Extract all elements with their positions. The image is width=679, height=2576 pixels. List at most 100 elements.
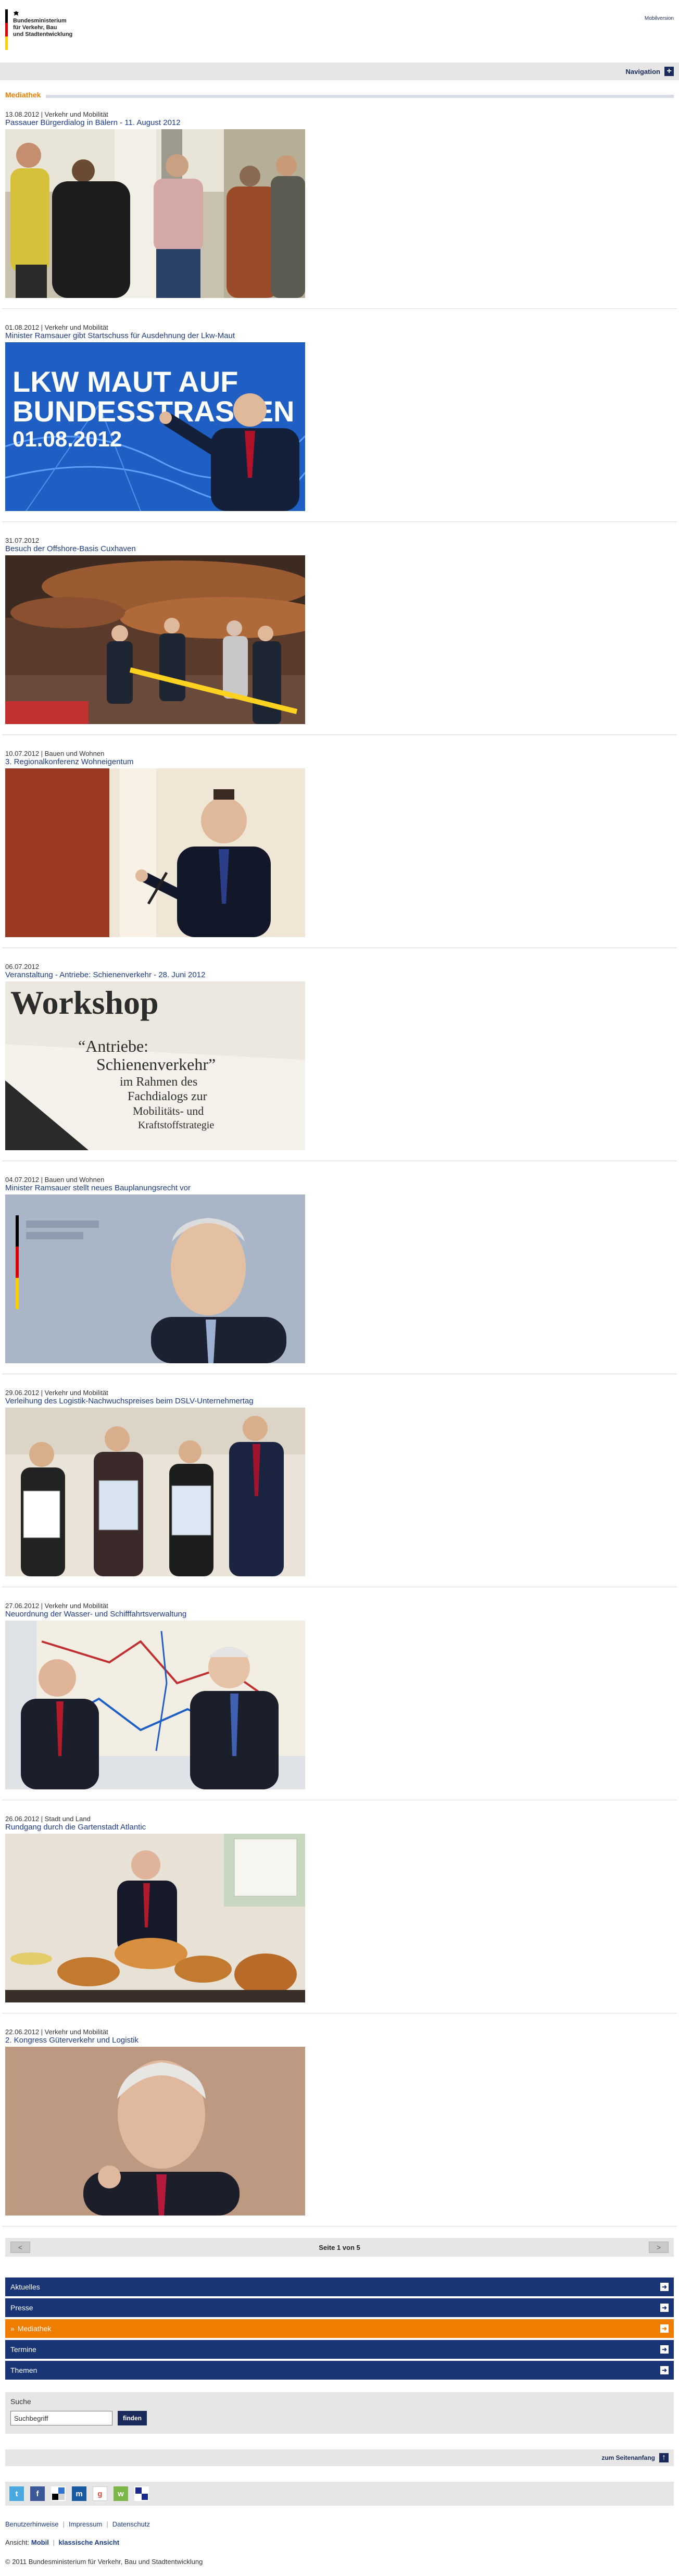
media-item: 27.06.2012 | Verkehr und Mobilität Neuor… — [2, 1599, 677, 1800]
footer-navigation: Aktuelles ➜ Presse ➜ » Mediathek ➜ Termin… — [5, 2278, 674, 2382]
footer-nav-aktuelles[interactable]: Aktuelles ➜ — [5, 2278, 674, 2298]
photo-overlay-line-4: im Rahmen des — [120, 1075, 197, 1089]
delicious-icon[interactable] — [51, 2486, 66, 2501]
footer-nav-label: Presse — [10, 2304, 33, 2312]
item-title-link[interactable]: Besuch der Offshore-Basis Cuxhaven — [5, 544, 674, 553]
page-indicator: Seite 1 von 5 — [319, 2243, 360, 2251]
media-item: 10.07.2012 | Bauen und Wohnen 3. Regiona… — [2, 746, 677, 948]
item-photo[interactable] — [5, 1194, 305, 1363]
impressum-link[interactable]: Impressum — [69, 2520, 102, 2528]
footer-nav-termine[interactable]: Termine ➜ — [5, 2340, 674, 2361]
active-marker-icon: » — [10, 2324, 15, 2333]
logo-text: Bundesministerium für Verkehr, Bau und S… — [13, 9, 72, 51]
photo-overlay-line-1: Workshop — [10, 984, 159, 1021]
navigation-bar[interactable]: Navigation + — [0, 63, 679, 80]
classic-view-link[interactable]: klassische Ansicht — [58, 2538, 119, 2546]
item-photo[interactable]: Workshop “Antriebe: Schienenverkehr” im … — [5, 981, 305, 1150]
item-meta: 01.08.2012 | Verkehr und Mobilität — [5, 323, 108, 331]
back-to-top-label[interactable]: zum Seitenanfang — [601, 2454, 655, 2461]
item-photo[interactable]: LKW MAUT AUF BUNDESSTRASSEN 01.08.2012 — [5, 342, 305, 511]
next-page-button[interactable]: > — [648, 2242, 669, 2253]
photo-overlay-line-5: Fachdialogs zur — [128, 1090, 207, 1103]
media-item: 04.07.2012 | Bauen und Wohnen Minister R… — [2, 1173, 677, 1374]
item-meta: 04.07.2012 | Bauen und Wohnen — [5, 1176, 105, 1184]
item-title-link[interactable]: Minister Ramsauer gibt Startschuss für A… — [5, 331, 674, 340]
mister-wong-icon[interactable]: w — [114, 2486, 128, 2501]
view-separator: | — [53, 2538, 55, 2546]
datenschutz-link[interactable]: Datenschutz — [112, 2520, 150, 2528]
footer-nav-presse[interactable]: Presse ➜ — [5, 2298, 674, 2319]
photo-overlay-line-3: 01.08.2012 — [12, 427, 122, 451]
item-photo[interactable] — [5, 2047, 305, 2216]
photo-overlay-line-3: Schienenverkehr” — [96, 1055, 216, 1074]
item-title-link[interactable]: Rundgang durch die Gartenstadt Atlantic — [5, 1823, 674, 1832]
logo-line-3: und Stadtentwicklung — [13, 31, 73, 38]
arrow-up-icon[interactable]: ↑ — [659, 2453, 669, 2462]
logo-line-1: Bundesministerium — [13, 18, 67, 24]
item-photo[interactable] — [5, 1408, 305, 1576]
item-title-link[interactable]: Minister Ramsauer stellt neues Bauplanun… — [5, 1184, 674, 1192]
footer-nav-label: Aktuelles — [10, 2283, 40, 2291]
item-title-link[interactable]: Passauer Bürgerdialog in Bälern - 11. Au… — [5, 118, 674, 127]
item-photo[interactable] — [5, 1834, 305, 2002]
photo-overlay-line-2: “Antriebe: — [78, 1037, 148, 1055]
arrow-right-icon: ➜ — [660, 2304, 669, 2312]
item-photo[interactable] — [5, 555, 305, 724]
copyright: © 2011 Bundesministerium für Verkehr, Ba… — [5, 2558, 203, 2566]
twitter-icon[interactable]: t — [9, 2486, 24, 2501]
item-photo[interactable] — [5, 768, 305, 937]
search-button[interactable]: finden — [118, 2411, 147, 2425]
item-title-link[interactable]: Neuordnung der Wasser- und Schifffahrtsv… — [5, 1610, 674, 1619]
footer-nav-mediathek[interactable]: » Mediathek ➜ — [5, 2319, 674, 2340]
media-item: 26.06.2012 | Stadt und Land Rundgang dur… — [2, 1812, 677, 2013]
footer-nav-themen[interactable]: Themen ➜ — [5, 2361, 674, 2382]
search-box: Suche finden — [5, 2392, 674, 2434]
share-icon[interactable] — [134, 2486, 149, 2501]
plus-icon[interactable]: + — [664, 67, 674, 76]
benutzerhinweise-link[interactable]: Benutzerhinweise — [5, 2520, 59, 2528]
google-icon[interactable]: g — [93, 2486, 107, 2501]
item-meta: 06.07.2012 — [5, 963, 40, 970]
search-label: Suche — [10, 2397, 31, 2406]
item-title-link[interactable]: Veranstaltung - Antriebe: Schienenverkeh… — [5, 970, 674, 979]
item-title-link[interactable]: 3. Regionalkonferenz Wohneigentum — [5, 757, 674, 766]
item-photo[interactable] — [5, 1621, 305, 1789]
view-prefix: Ansicht: — [5, 2538, 30, 2546]
navigation-label[interactable]: Navigation — [626, 68, 660, 76]
item-meta: 10.07.2012 | Bauen und Wohnen — [5, 750, 105, 757]
view-mobile: Mobil — [31, 2538, 49, 2546]
pagination: < Seite 1 von 5 > — [5, 2238, 674, 2257]
social-bookmarks: t f m g w — [5, 2482, 674, 2506]
link-separator: | — [62, 2520, 65, 2528]
item-title-link[interactable]: 2. Kongress Güterverkehr und Logistik — [5, 2036, 674, 2045]
media-item: 22.06.2012 | Verkehr und Mobilität 2. Ko… — [2, 2025, 677, 2226]
logo-line-2: für Verkehr, Bau — [13, 24, 57, 31]
media-item: 31.07.2012 Besuch der Offshore-Basis Cux… — [2, 533, 677, 735]
search-input[interactable] — [10, 2411, 112, 2425]
mobile-version-link[interactable]: Mobilversion — [645, 16, 674, 21]
facebook-icon[interactable]: f — [30, 2486, 45, 2501]
view-switcher: Ansicht: Mobil | klassische Ansicht — [5, 2538, 674, 2546]
item-title-link[interactable]: Verleihung des Logistik-Nachwuchspreises… — [5, 1397, 674, 1405]
previous-page-button[interactable]: < — [10, 2242, 30, 2253]
footer-links: Benutzerhinweise | Impressum | Datenschutz — [5, 2520, 674, 2528]
item-meta: 31.07.2012 — [5, 537, 40, 544]
arrow-right-icon: ➜ — [660, 2366, 669, 2374]
footer-nav-label: Mediathek — [17, 2324, 52, 2333]
footer-nav-label: Termine — [10, 2345, 36, 2354]
page-header: Bundesministerium für Verkehr, Bau und S… — [0, 0, 679, 58]
photo-overlay-line-1: LKW MAUT AUF — [12, 365, 238, 398]
media-item: 29.06.2012 | Verkehr und Mobilität Verle… — [2, 1386, 677, 1587]
link-separator: | — [106, 2520, 108, 2528]
item-meta: 26.06.2012 | Stadt und Land — [5, 1815, 91, 1823]
back-to-top-bar[interactable]: zum Seitenanfang ↑ — [5, 2449, 674, 2466]
footer-nav-label: Themen — [10, 2366, 37, 2374]
item-meta: 22.06.2012 | Verkehr und Mobilität — [5, 2028, 108, 2036]
myspace-icon[interactable]: m — [72, 2486, 86, 2501]
section-heading: Mediathek — [5, 89, 674, 102]
eagle-icon — [13, 10, 72, 18]
media-item: 13.08.2012 | Verkehr und Mobilität Passa… — [2, 107, 677, 309]
item-photo[interactable] — [5, 129, 305, 298]
ministry-logo[interactable]: Bundesministerium für Verkehr, Bau und S… — [5, 9, 89, 51]
item-meta: 29.06.2012 | Verkehr und Mobilität — [5, 1389, 108, 1397]
